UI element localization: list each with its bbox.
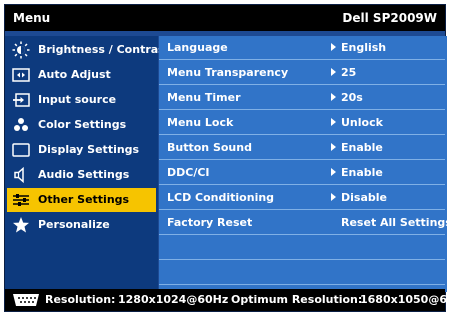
sidebar-item-label: Auto Adjust	[38, 68, 111, 81]
audio-icon	[12, 166, 30, 184]
sidebar-item-personalize[interactable]: Personalize	[7, 213, 156, 237]
setting-value: Disable	[331, 191, 387, 204]
status-bar: Resolution: 1280x1024@60Hz Optimum Resol…	[5, 289, 450, 311]
setting-name: Menu Timer	[167, 91, 241, 104]
right-arrow-icon	[331, 68, 336, 76]
resolution-label: Resolution:	[45, 293, 116, 306]
empty-row	[159, 261, 445, 285]
sidebar: Brightness / Contrast Auto Adjust Input …	[5, 36, 170, 292]
sidebar-item-label: Audio Settings	[38, 168, 130, 181]
setting-name: Button Sound	[167, 141, 252, 154]
color-settings-icon	[12, 116, 30, 134]
brightness-icon	[12, 41, 30, 59]
setting-name: Menu Transparency	[167, 66, 289, 79]
setting-row-language[interactable]: Language English	[159, 36, 445, 60]
setting-row-lcd-conditioning[interactable]: LCD Conditioning Disable	[159, 186, 445, 210]
optimum-resolution-value: 1680x1050@60Hz	[360, 293, 450, 306]
setting-value: Enable	[331, 166, 383, 179]
setting-row-menu-timer[interactable]: Menu Timer 20s	[159, 86, 445, 110]
setting-name: Language	[167, 41, 228, 54]
title-bar: Menu Dell SP2009W	[5, 5, 445, 31]
sidebar-item-brightness-contrast[interactable]: Brightness / Contrast	[7, 38, 170, 62]
setting-value: Enable	[331, 141, 383, 154]
sidebar-item-audio-settings[interactable]: Audio Settings	[7, 163, 156, 187]
menu-title: Menu	[13, 11, 51, 25]
right-arrow-icon	[331, 43, 336, 51]
sidebar-item-display-settings[interactable]: Display Settings	[7, 138, 156, 162]
monitor-model: Dell SP2009W	[342, 11, 437, 25]
sidebar-item-label: Color Settings	[38, 118, 127, 131]
setting-row-factory-reset[interactable]: Factory Reset Reset All Settings	[159, 211, 450, 235]
right-arrow-icon	[331, 143, 336, 151]
setting-value: English	[331, 41, 386, 54]
sidebar-item-label: Brightness / Contrast	[38, 43, 170, 56]
setting-name: Factory Reset	[167, 216, 253, 229]
setting-name: Menu Lock	[167, 116, 234, 129]
sidebar-item-auto-adjust[interactable]: Auto Adjust	[7, 63, 156, 87]
setting-value: Reset All Settings	[341, 216, 450, 229]
display-settings-icon	[12, 141, 30, 159]
setting-name: LCD Conditioning	[167, 191, 275, 204]
sidebar-item-label: Input source	[38, 93, 117, 106]
setting-name: DDC/CI	[167, 166, 210, 179]
settings-panel: Language English Menu Transparency 25 Me…	[159, 36, 450, 292]
auto-adjust-icon	[12, 66, 30, 84]
setting-row-menu-lock[interactable]: Menu Lock Unlock	[159, 111, 445, 135]
setting-value: 20s	[331, 91, 363, 104]
vga-connector-icon	[11, 293, 41, 307]
input-source-icon	[12, 91, 30, 109]
right-arrow-icon	[331, 193, 336, 201]
right-arrow-icon	[331, 93, 336, 101]
sidebar-item-other-settings[interactable]: Other Settings	[7, 188, 156, 212]
setting-value: Unlock	[331, 116, 383, 129]
sidebar-item-label: Other Settings	[38, 193, 130, 206]
sidebar-item-label: Personalize	[38, 218, 110, 231]
sidebar-item-input-source[interactable]: Input source	[7, 88, 156, 112]
right-arrow-icon	[331, 168, 336, 176]
sidebar-item-label: Display Settings	[38, 143, 140, 156]
star-icon	[12, 216, 30, 234]
setting-row-button-sound[interactable]: Button Sound Enable	[159, 136, 445, 160]
empty-row	[159, 236, 445, 260]
setting-row-menu-transparency[interactable]: Menu Transparency 25	[159, 61, 445, 85]
sidebar-item-color-settings[interactable]: Color Settings	[7, 113, 156, 137]
resolution-value: 1280x1024@60Hz	[118, 293, 229, 306]
setting-value: 25	[331, 66, 356, 79]
monitor-osd-menu: Menu Dell SP2009W Brightness / Contrast	[4, 4, 450, 312]
optimum-resolution-label: Optimum Resolution:	[231, 293, 363, 306]
setting-row-ddc-ci[interactable]: DDC/CI Enable	[159, 161, 445, 185]
right-arrow-icon	[331, 118, 336, 126]
other-settings-icon	[12, 191, 30, 209]
